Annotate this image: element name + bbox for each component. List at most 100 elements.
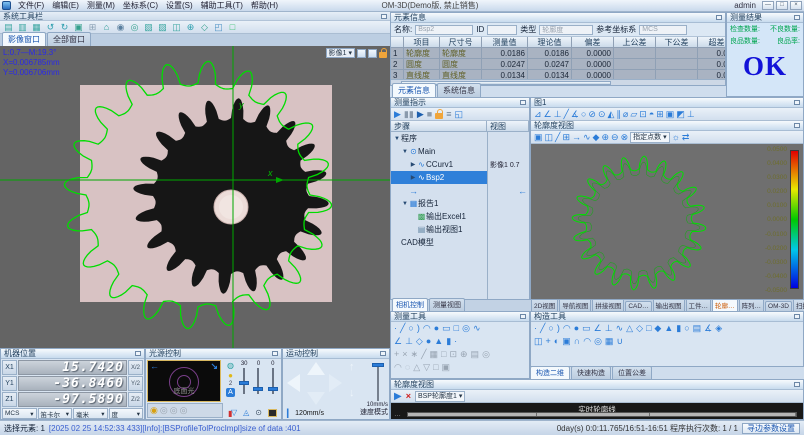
measure-icon-gray-b-3[interactable]: ▽ xyxy=(423,362,430,373)
edge-param-button[interactable]: 寻边参数设置 xyxy=(742,423,800,434)
speed-slider-handle[interactable] xyxy=(372,363,384,367)
plot-measure-icon-15[interactable]: ▣ xyxy=(666,109,675,120)
report-icon[interactable]: ▧ xyxy=(142,22,155,33)
plot-view-icon-0[interactable]: ▣ xyxy=(534,132,543,143)
measure-icon-gray-2[interactable]: ∗ xyxy=(411,349,419,360)
measure-icon-gray-1[interactable]: × xyxy=(402,349,407,360)
tree-row-报告1[interactable]: ▼▦报告1 xyxy=(391,197,529,210)
z-down-button[interactable]: ↓ xyxy=(349,387,355,399)
menu-item-1[interactable]: 编辑(E) xyxy=(48,0,83,11)
ring-light-icon[interactable]: ◎ xyxy=(160,405,168,416)
measure-icon-gray-6[interactable]: ⊡ xyxy=(449,349,457,360)
measure-icon-2[interactable]: ○ xyxy=(408,323,413,334)
measure-icon-4[interactable]: ◠ xyxy=(423,323,431,334)
expander-icon[interactable]: ▼ xyxy=(401,201,409,207)
plot-measure-icon-3[interactable]: ╱ xyxy=(563,109,568,120)
measure-icon-b-3[interactable]: ● xyxy=(426,336,431,347)
plot-measure-icon-1[interactable]: ∠ xyxy=(544,109,552,120)
column-header-5[interactable]: 偏差 xyxy=(572,37,614,48)
image-selector[interactable]: 影像1▾ xyxy=(326,48,355,58)
open-file-icon[interactable]: ▥ xyxy=(16,22,29,33)
slider-handle[interactable] xyxy=(239,381,249,385)
column-header-1[interactable]: 项目 xyxy=(404,37,440,48)
pin-icon[interactable] xyxy=(272,351,278,356)
column-steps[interactable]: 步骤 xyxy=(391,121,487,131)
jog-left-button[interactable] xyxy=(287,374,300,392)
auto-light-button[interactable]: A xyxy=(226,388,235,397)
ribbon-tab-2[interactable]: 拼接视图 xyxy=(592,300,624,311)
plot-measure-icon-14[interactable]: ⊞ xyxy=(656,109,664,120)
plot-measure-icon-7[interactable]: ⊙ xyxy=(598,109,606,120)
tree-row-CAD模型[interactable]: CAD模型 xyxy=(391,236,529,249)
field-value-3[interactable]: MCS xyxy=(639,25,687,35)
tree-row-Bsp2[interactable]: ▶∿Bsp2 xyxy=(391,171,529,184)
tree-row-→[interactable]: →← xyxy=(391,184,529,197)
control-tab-1[interactable]: 测量视图 xyxy=(429,298,465,311)
pin-icon[interactable] xyxy=(520,100,526,105)
bulb-icon[interactable]: ● xyxy=(228,371,233,380)
ribbon-tab-6[interactable]: 轮廓… xyxy=(712,300,738,311)
view-tab-1[interactable]: 全部窗口 xyxy=(47,32,91,46)
half-button[interactable]: X/2 xyxy=(128,360,143,375)
tree-row-CCurv1[interactable]: ▶∿CCurv1影像1 0.7 xyxy=(391,158,529,171)
slider-handle[interactable] xyxy=(268,387,278,391)
ribbon-tab-7[interactable]: 阵列… xyxy=(739,300,765,311)
plot-view-icon-5[interactable]: ∿ xyxy=(583,132,591,143)
element-table[interactable]: 项目尺寸号测量值理论值偏差上公差下公差超差值 1轮廓度轮廓度0.01860.01… xyxy=(391,37,725,85)
column-header-3[interactable]: 测量值 xyxy=(482,37,528,48)
undo-icon[interactable]: ↺ xyxy=(44,22,57,33)
pin-icon[interactable] xyxy=(794,382,800,387)
construct-icon-6[interactable]: ▭ xyxy=(582,323,591,334)
measure-icon-gray-b-2[interactable]: △ xyxy=(413,362,420,373)
plot-measure-icon-13[interactable]: ◓ xyxy=(649,109,654,120)
construct-icon-18[interactable]: ∡ xyxy=(704,323,712,334)
pin-icon[interactable] xyxy=(135,351,141,356)
measure-icon-gray-b-0[interactable]: ◠ xyxy=(394,362,402,373)
z-up-button[interactable]: ↑ xyxy=(349,361,355,373)
jog-down-button[interactable] xyxy=(307,392,325,405)
menu-item-5[interactable]: 辅助工具(T) xyxy=(197,0,247,11)
construct-icon-12[interactable]: □ xyxy=(646,323,651,334)
measure-icon-9[interactable]: ∿ xyxy=(473,323,481,334)
speed-marker-icon[interactable]: ▎ xyxy=(287,409,293,418)
measure-icon-gray-0[interactable]: + xyxy=(394,349,399,360)
ribbon-tab-1[interactable]: 导航视图 xyxy=(559,300,591,311)
construct-icon-3[interactable]: ) xyxy=(557,323,560,334)
construct-icon-b-4[interactable]: ∩ xyxy=(574,336,580,347)
construct-icon-9[interactable]: ∿ xyxy=(616,323,624,334)
plot-view-icon-3[interactable]: ⊞ xyxy=(562,132,570,143)
measure-icon-gray-b-5[interactable]: ▣ xyxy=(442,362,451,373)
pin-icon[interactable] xyxy=(794,15,800,20)
plot-view-icon-6[interactable]: ◆ xyxy=(593,132,600,143)
light-preview[interactable]: ← ↘ 底面光 xyxy=(147,360,221,402)
eye-icon[interactable]: ◉ xyxy=(114,22,127,33)
construct-icon-b-3[interactable]: ▣ xyxy=(562,336,571,347)
view-tab-0[interactable]: 影像窗口 xyxy=(2,32,46,46)
tree-row-输出视图1[interactable]: ▤输出视图1 xyxy=(391,223,529,236)
dro-selector-0[interactable]: MCS▾ xyxy=(2,408,37,419)
measure-icon-b-5[interactable]: ▮ xyxy=(446,336,451,347)
menu-item-0[interactable]: 文件(F) xyxy=(14,0,48,11)
grid-view-icon[interactable]: ⊞ xyxy=(86,22,99,33)
redo-icon[interactable]: ↻ xyxy=(58,22,71,33)
measure-icon-6[interactable]: ▭ xyxy=(442,323,451,334)
construct-icon-b-6[interactable]: ◎ xyxy=(594,336,602,347)
plot-measure-icon-12[interactable]: ⊡ xyxy=(639,109,647,120)
measure-icon-gray-b-1[interactable]: ◌ xyxy=(405,362,410,373)
measure-icon-gray-7[interactable]: ⊕ xyxy=(460,349,468,360)
plot-measure-icon-6[interactable]: ⊘ xyxy=(588,109,596,120)
minimize-button[interactable]: — xyxy=(762,1,774,10)
plot-view-icon-1[interactable]: ◫ xyxy=(545,132,554,143)
construct-icon-1[interactable]: ╱ xyxy=(540,323,545,334)
plot-view-icon-8[interactable]: ⊖ xyxy=(611,132,619,143)
measure-icon-gray-5[interactable]: □ xyxy=(441,349,446,360)
measure-icon-b-1[interactable]: ⊥ xyxy=(405,336,413,347)
expander-icon[interactable]: ▼ xyxy=(401,149,409,155)
measure-icon-7[interactable]: □ xyxy=(454,323,459,334)
plot-measure-icon-16[interactable]: ◩ xyxy=(676,109,685,120)
ribbon-tab-9[interactable]: 扫描仪器 xyxy=(793,300,804,311)
mode-tab-0[interactable]: 构造二维 xyxy=(530,366,570,379)
home-icon[interactable]: ⌂ xyxy=(100,22,113,33)
menu-item-2[interactable]: 测量(M) xyxy=(83,0,119,11)
measure-icon-5[interactable]: ● xyxy=(434,323,439,334)
